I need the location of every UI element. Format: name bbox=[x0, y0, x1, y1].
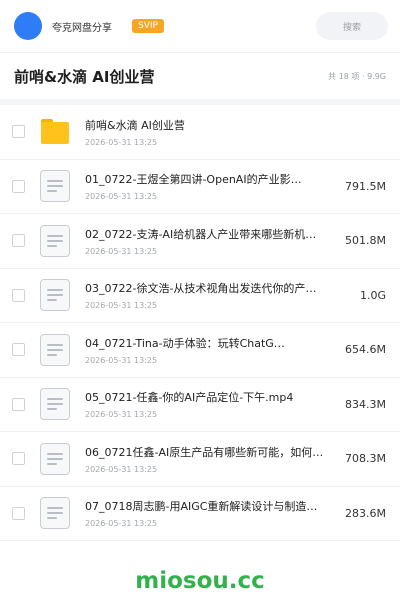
document-icon bbox=[39, 497, 71, 530]
list-item[interactable]: 05_0721-任鑫-你的AI产品定位-下午.mp4 2026-05-31 13… bbox=[0, 378, 400, 432]
list-item[interactable]: 01_0722-王煜全第四讲-OpenAI的产业影… 2026-05-31 13… bbox=[0, 160, 400, 214]
file-info: 07_0718周志鹏-用AIGC重新解读设计与制造… 2026-05-31 13… bbox=[85, 498, 337, 528]
file-size: 1.0G bbox=[359, 288, 386, 302]
svip-badge: SVIP bbox=[132, 19, 164, 33]
file-name: 04_0721-Tina-动手体验：玩转ChatG… bbox=[85, 336, 285, 350]
file-date: 2026-05-31 13:25 bbox=[85, 301, 158, 311]
file-date: 2026-05-31 13:25 bbox=[85, 137, 158, 147]
avatar[interactable] bbox=[14, 12, 42, 40]
folder-summary: 共 18 项 · 9.9G bbox=[328, 71, 386, 81]
file-size: 834.3M bbox=[345, 397, 386, 411]
document-icon bbox=[39, 279, 71, 312]
file-size: 283.6M bbox=[345, 506, 386, 520]
page-title: 前哨&水滴 AI创业营 bbox=[14, 67, 155, 86]
file-info: 06_0721任鑫-AI原生产品有哪些新可能，如何… 2026-05-31 13… bbox=[85, 444, 337, 474]
document-icon bbox=[39, 333, 71, 366]
select-checkbox[interactable] bbox=[12, 452, 25, 466]
file-date: 2026-05-31 13:25 bbox=[85, 410, 158, 420]
file-date: 2026-05-31 13:25 bbox=[85, 519, 158, 529]
search-label: 搜索 bbox=[342, 22, 361, 33]
folder-title-row: 前哨&水滴 AI创业营 共 18 项 · 9.9G bbox=[0, 53, 400, 99]
file-name: 前哨&水滴 AI创业营 bbox=[85, 118, 185, 132]
list-item[interactable]: 06_0721任鑫-AI原生产品有哪些新可能，如何… 2026-05-31 13… bbox=[0, 432, 400, 487]
document-icon bbox=[39, 388, 71, 421]
file-name: 02_0722-支涛-AI给机器人产业带来哪些新机… bbox=[85, 227, 317, 241]
file-size: 654.6M bbox=[345, 343, 386, 357]
file-date: 2026-05-31 13:25 bbox=[85, 192, 158, 202]
select-checkbox[interactable] bbox=[12, 234, 25, 248]
select-checkbox[interactable] bbox=[12, 125, 25, 139]
file-list: 前哨&水滴 AI创业营 2026-05-31 13:25 01_0722-王煜全… bbox=[0, 105, 400, 541]
list-item[interactable]: 04_0721-Tina-动手体验：玩转ChatG… 2026-05-31 13… bbox=[0, 323, 400, 378]
document-icon bbox=[39, 170, 71, 203]
file-size: 708.3M bbox=[345, 452, 386, 466]
file-date: 2026-05-31 13:25 bbox=[85, 246, 158, 256]
file-date: 2026-05-31 13:25 bbox=[85, 355, 158, 365]
document-icon bbox=[39, 224, 71, 257]
file-info: 01_0722-王煜全第四讲-OpenAI的产业影… 2026-05-31 13… bbox=[85, 171, 337, 201]
top-bar: 夸克网盘分享 SVIP 搜索 bbox=[0, 0, 400, 52]
file-name: 05_0721-任鑫-你的AI产品定位-下午.mp4 bbox=[85, 391, 294, 405]
file-name: 01_0722-王煜全第四讲-OpenAI的产业影… bbox=[85, 173, 302, 187]
share-owner-name: 夸克网盘分享 bbox=[52, 22, 112, 34]
file-info: 04_0721-Tina-动手体验：玩转ChatG… 2026-05-31 13… bbox=[85, 335, 337, 365]
select-checkbox[interactable] bbox=[12, 343, 25, 357]
list-item[interactable]: 02_0722-支涛-AI给机器人产业带来哪些新机… 2026-05-31 13… bbox=[0, 214, 400, 269]
watermark: miosou.cc bbox=[135, 568, 265, 594]
file-info: 03_0722-徐文浩-从技术视角出发迭代你的产品… 2026-05-31 13… bbox=[85, 280, 352, 310]
file-info: 前哨&水滴 AI创业营 2026-05-31 13:25 bbox=[85, 117, 386, 147]
list-item[interactable]: 前哨&水滴 AI创业营 2026-05-31 13:25 bbox=[0, 105, 400, 160]
select-checkbox[interactable] bbox=[12, 506, 25, 520]
file-size: 501.8M bbox=[345, 234, 386, 248]
search-button[interactable]: 搜索 bbox=[316, 12, 388, 40]
file-name: 03_0722-徐文浩-从技术视角出发迭代你的产品… bbox=[85, 282, 325, 296]
file-name: 06_0721任鑫-AI原生产品有哪些新可能，如何… bbox=[85, 445, 324, 459]
list-item[interactable]: 03_0722-徐文浩-从技术视角出发迭代你的产品… 2026-05-31 13… bbox=[0, 269, 400, 323]
file-date: 2026-05-31 13:25 bbox=[85, 464, 158, 474]
document-icon bbox=[39, 442, 71, 475]
file-info: 02_0722-支涛-AI给机器人产业带来哪些新机… 2026-05-31 13… bbox=[85, 226, 337, 256]
select-checkbox[interactable] bbox=[12, 179, 25, 193]
select-checkbox[interactable] bbox=[12, 288, 25, 302]
file-size: 791.5M bbox=[345, 179, 386, 193]
folder-icon bbox=[39, 116, 71, 148]
select-checkbox[interactable] bbox=[12, 397, 25, 411]
file-info: 05_0721-任鑫-你的AI产品定位-下午.mp4 2026-05-31 13… bbox=[85, 389, 337, 419]
list-item[interactable]: 07_0718周志鹏-用AIGC重新解读设计与制造… 2026-05-31 13… bbox=[0, 487, 400, 541]
file-name: 07_0718周志鹏-用AIGC重新解读设计与制造… bbox=[85, 500, 318, 514]
